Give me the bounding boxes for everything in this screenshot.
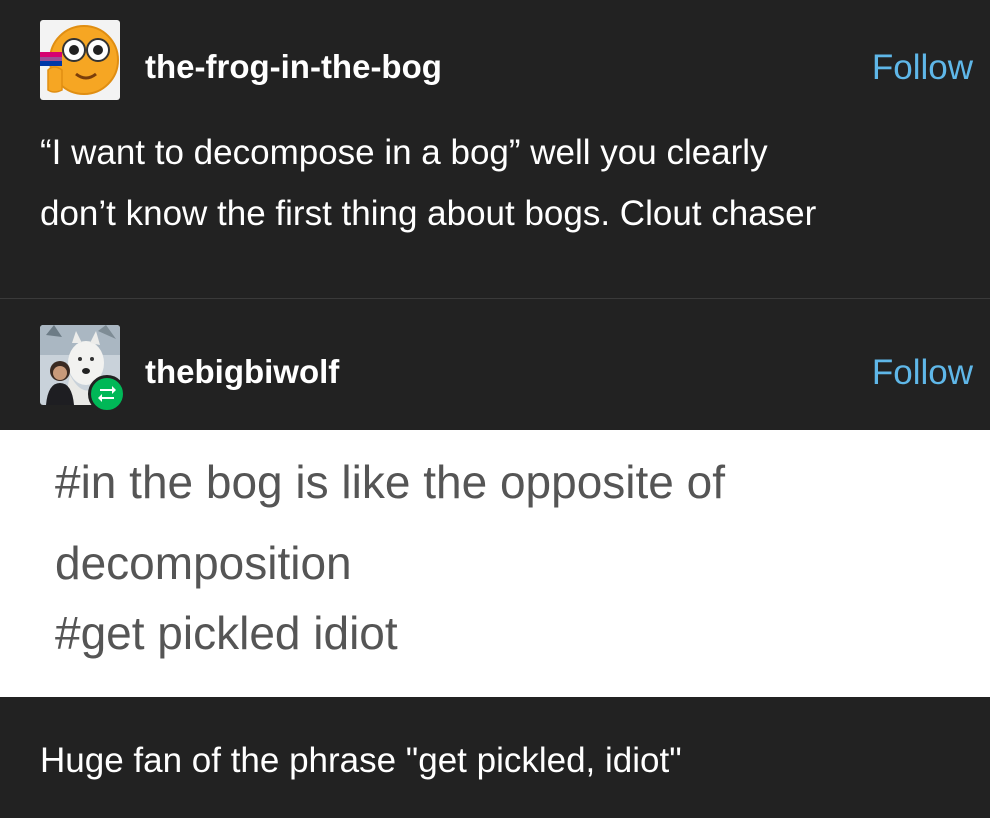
reblog-badge: [88, 375, 126, 413]
reblog-comment: Huge fan of the phrase "get pickled, idi…: [40, 741, 682, 780]
reblog-icon: [98, 386, 116, 402]
post-divider: [0, 298, 990, 299]
post-body: “I want to decompose in a bog” well you …: [40, 122, 970, 244]
tag-line[interactable]: #get pickled idiot: [55, 598, 975, 668]
follow-button[interactable]: Follow: [872, 48, 973, 88]
avatar[interactable]: [40, 20, 120, 100]
tag-line[interactable]: #in the bog is like the opposite of: [55, 447, 975, 517]
post-body-line: don’t know the first thing about bogs. C…: [40, 194, 817, 233]
post-username[interactable]: the-frog-in-the-bog: [145, 48, 442, 86]
tag-line[interactable]: decomposition: [55, 528, 975, 598]
tags-block: #in the bog is like the opposite of deco…: [0, 430, 990, 697]
follow-button[interactable]: Follow: [872, 353, 973, 393]
post-2-header: thebigbiwolf Follow: [0, 325, 990, 405]
frog-emoji-icon: [40, 20, 120, 100]
post-1-header: the-frog-in-the-bog Follow: [0, 20, 990, 100]
post-username[interactable]: thebigbiwolf: [145, 353, 339, 391]
post-body-line: “I want to decompose in a bog” well you …: [40, 133, 768, 172]
